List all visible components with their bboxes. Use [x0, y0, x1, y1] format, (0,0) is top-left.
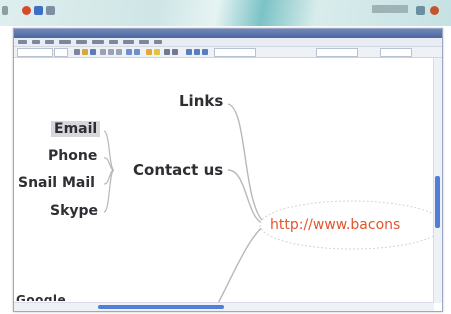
menu-window[interactable]: [139, 40, 149, 44]
node-icon[interactable]: [202, 49, 208, 55]
font-size-select[interactable]: [54, 48, 68, 57]
new-icon[interactable]: [74, 49, 80, 55]
link-icon[interactable]: [186, 49, 192, 55]
undo-icon[interactable]: [126, 49, 132, 55]
network-icon[interactable]: [34, 6, 43, 15]
horizontal-scroll-thumb[interactable]: [98, 305, 224, 309]
open-icon[interactable]: [82, 49, 88, 55]
desktop-screen: Links Email Phone Snail Mail Skype Conta…: [0, 0, 451, 314]
power-icon[interactable]: [430, 6, 439, 15]
style-select[interactable]: [214, 48, 256, 57]
filter-select[interactable]: [380, 48, 412, 57]
connector-contact-root: [227, 169, 267, 225]
node-email[interactable]: Email: [51, 121, 101, 137]
connector-links-root: [227, 103, 267, 225]
volume-icon[interactable]: [46, 6, 55, 15]
app-menu-icon[interactable]: [2, 6, 8, 15]
cut-icon[interactable]: [100, 49, 106, 55]
note-icon[interactable]: [194, 49, 200, 55]
mindmap-app-window: Links Email Phone Snail Mail Skype Conta…: [13, 28, 443, 312]
root-node-url[interactable]: http://www.bacons: [270, 218, 400, 232]
node-phone[interactable]: Phone: [48, 149, 97, 163]
vertical-scroll-thumb[interactable]: [435, 176, 440, 228]
menu-edit[interactable]: [32, 40, 40, 44]
node-snail-mail[interactable]: Snail Mail: [18, 176, 95, 190]
copy-icon[interactable]: [108, 49, 114, 55]
node-skype[interactable]: Skype: [50, 204, 98, 218]
vertical-scrollbar[interactable]: [433, 58, 442, 303]
menu-view[interactable]: [45, 40, 54, 44]
menu-help[interactable]: [154, 40, 162, 44]
menu-maps[interactable]: [123, 40, 134, 44]
menu-bar: [14, 38, 442, 47]
menu-tools[interactable]: [109, 40, 118, 44]
menu-insert[interactable]: [59, 40, 71, 44]
font-family-select[interactable]: [17, 48, 53, 57]
menu-format[interactable]: [76, 40, 87, 44]
os-menu-bar: [0, 0, 451, 26]
menu-navigate[interactable]: [92, 40, 104, 44]
clock-readout: [372, 5, 408, 13]
italic-icon[interactable]: [154, 49, 160, 55]
zoom-in-icon[interactable]: [164, 49, 170, 55]
paste-icon[interactable]: [116, 49, 122, 55]
node-contact-us[interactable]: Contact us: [133, 163, 223, 178]
node-links[interactable]: Links: [179, 94, 223, 109]
battery-icon[interactable]: [416, 6, 425, 15]
menu-file[interactable]: [18, 40, 27, 44]
connector-root-bottom: [217, 223, 267, 303]
app-icon[interactable]: [22, 6, 31, 15]
redo-icon[interactable]: [134, 49, 140, 55]
toolbar: [14, 47, 442, 58]
horizontal-scrollbar[interactable]: [14, 302, 434, 311]
mindmap-canvas[interactable]: Links Email Phone Snail Mail Skype Conta…: [14, 58, 434, 303]
save-icon[interactable]: [90, 49, 96, 55]
node-bottom-partial[interactable]: Google: [16, 292, 66, 301]
zoom-out-icon[interactable]: [172, 49, 178, 55]
window-titlebar[interactable]: [14, 29, 442, 38]
bold-icon[interactable]: [146, 49, 152, 55]
zoom-select[interactable]: [316, 48, 358, 57]
